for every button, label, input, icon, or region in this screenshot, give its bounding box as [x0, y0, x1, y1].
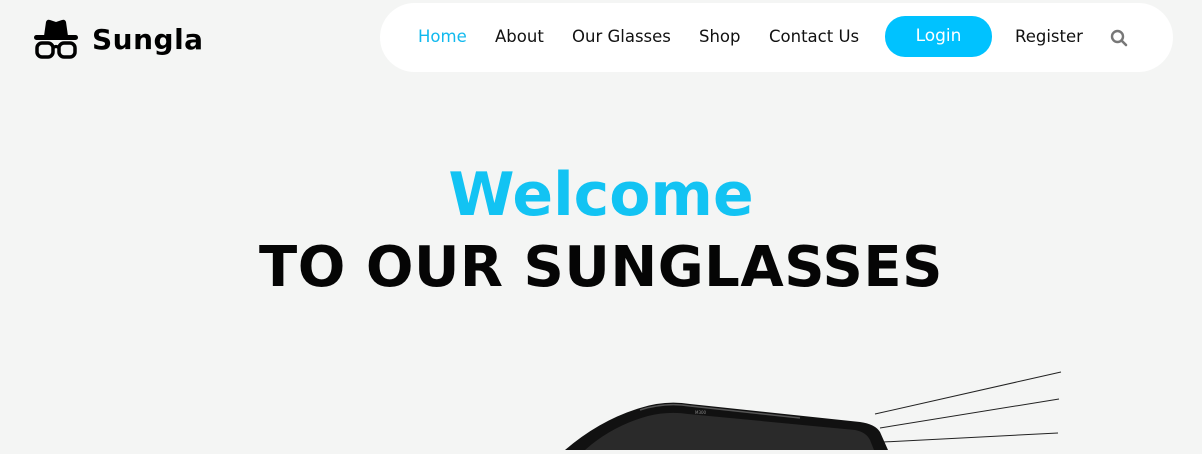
- sunglasses-image: M300: [0, 360, 1202, 454]
- nav-item-shop[interactable]: Shop: [699, 27, 741, 47]
- hat-glasses-icon: [30, 16, 82, 62]
- main-nav: Home About Our Glasses Shop Contact Us L…: [380, 3, 1173, 72]
- brand-name: Sungla: [92, 22, 204, 56]
- svg-text:M300: M300: [695, 410, 707, 415]
- login-button[interactable]: Login: [885, 16, 992, 57]
- nav-item-our-glasses[interactable]: Our Glasses: [572, 27, 671, 47]
- hero-subtitle: TO OUR SUNGLASSES: [259, 235, 943, 300]
- search-icon[interactable]: [1110, 29, 1128, 51]
- register-link[interactable]: Register: [1015, 27, 1083, 47]
- brand-logo[interactable]: Sungla: [30, 16, 204, 62]
- hero-welcome-heading: Welcome: [448, 160, 754, 230]
- nav-item-about[interactable]: About: [495, 27, 544, 47]
- nav-item-home[interactable]: Home: [418, 27, 467, 47]
- nav-item-contact-us[interactable]: Contact Us: [769, 27, 859, 47]
